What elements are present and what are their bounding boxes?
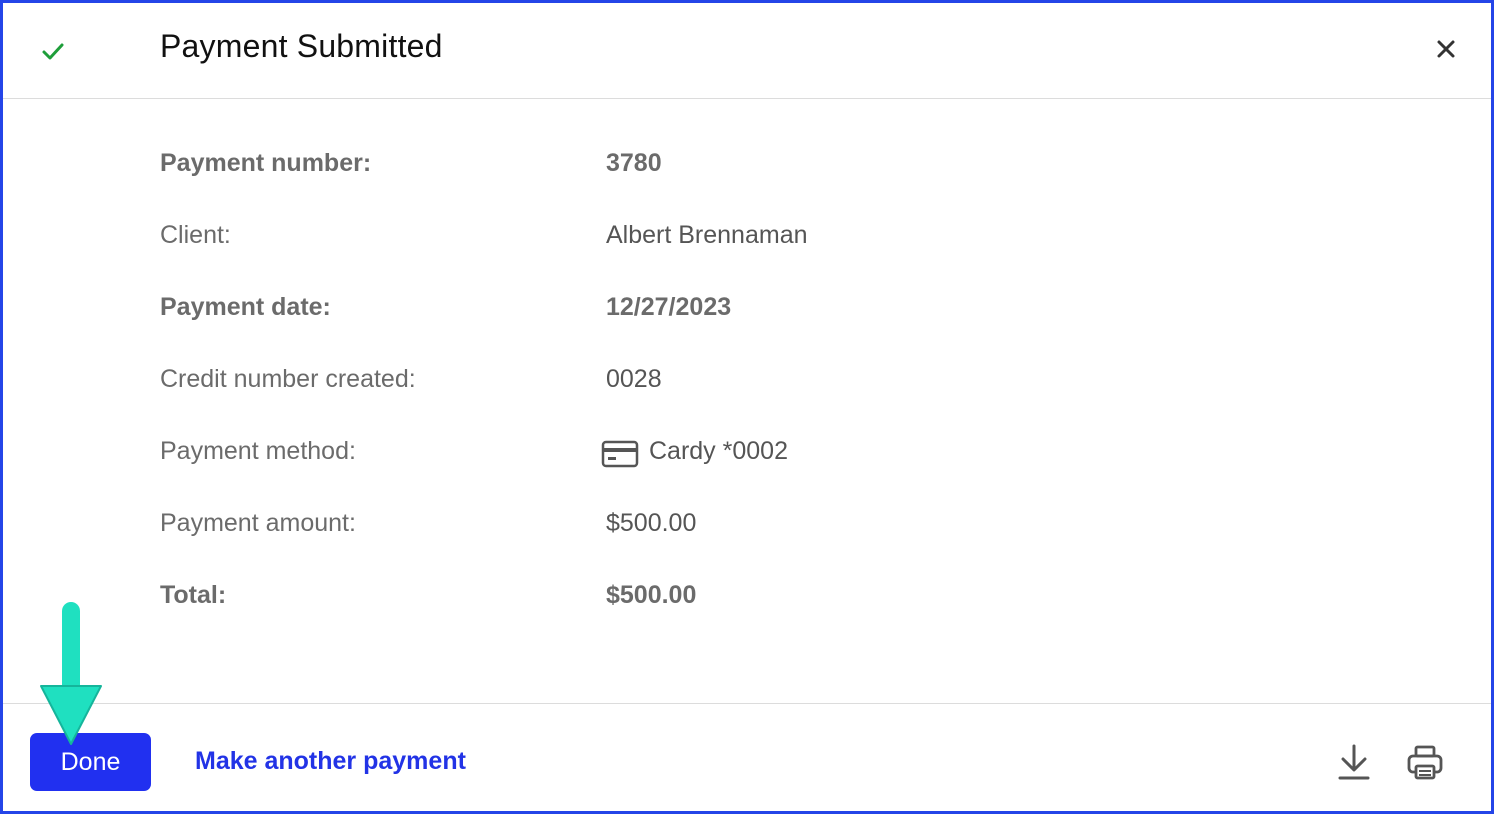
done-button[interactable]: Done [30,733,151,791]
detail-label: Total: [160,581,227,609]
detail-row-client: Client: Albert Brennaman [160,221,1060,261]
detail-value: 0028 [606,365,662,393]
detail-row-payment-amount: Payment amount: $500.00 [160,509,1060,549]
detail-row-payment-method: Payment method: Cardy *0002 [160,437,1060,477]
detail-value: Cardy *0002 [649,437,788,465]
make-another-payment-link[interactable]: Make another payment [195,747,466,776]
detail-label: Payment date: [160,293,331,321]
detail-value: 12/27/2023 [606,293,732,321]
detail-value: $500.00 [606,509,697,537]
dialog-header: Payment Submitted [3,3,1491,99]
detail-row-payment-number: Payment number: 3780 [160,149,1060,189]
detail-row-payment-date: Payment date: 12/27/2023 [160,293,1060,333]
dialog-footer: Done Make another payment [3,703,1491,815]
detail-value: 3780 [606,149,662,177]
payment-submitted-dialog: Payment Submitted Payment number: 3780 C… [0,0,1494,814]
detail-label: Payment number: [160,149,372,177]
credit-card-icon [601,440,639,468]
detail-row-total: Total: $500.00 [160,581,1060,621]
download-icon[interactable] [1335,742,1373,784]
dialog-title: Payment Submitted [160,28,443,64]
close-icon[interactable] [1433,36,1459,62]
detail-label: Payment method: [160,437,356,465]
detail-row-credit-number: Credit number created: 0028 [160,365,1060,405]
detail-label: Payment amount: [160,509,356,537]
detail-value: Albert Brennaman [606,221,808,249]
detail-label: Client: [160,221,231,249]
print-icon[interactable] [1406,744,1444,782]
check-icon [42,43,64,60]
detail-value: $500.00 [606,581,697,609]
detail-label: Credit number created: [160,365,416,393]
